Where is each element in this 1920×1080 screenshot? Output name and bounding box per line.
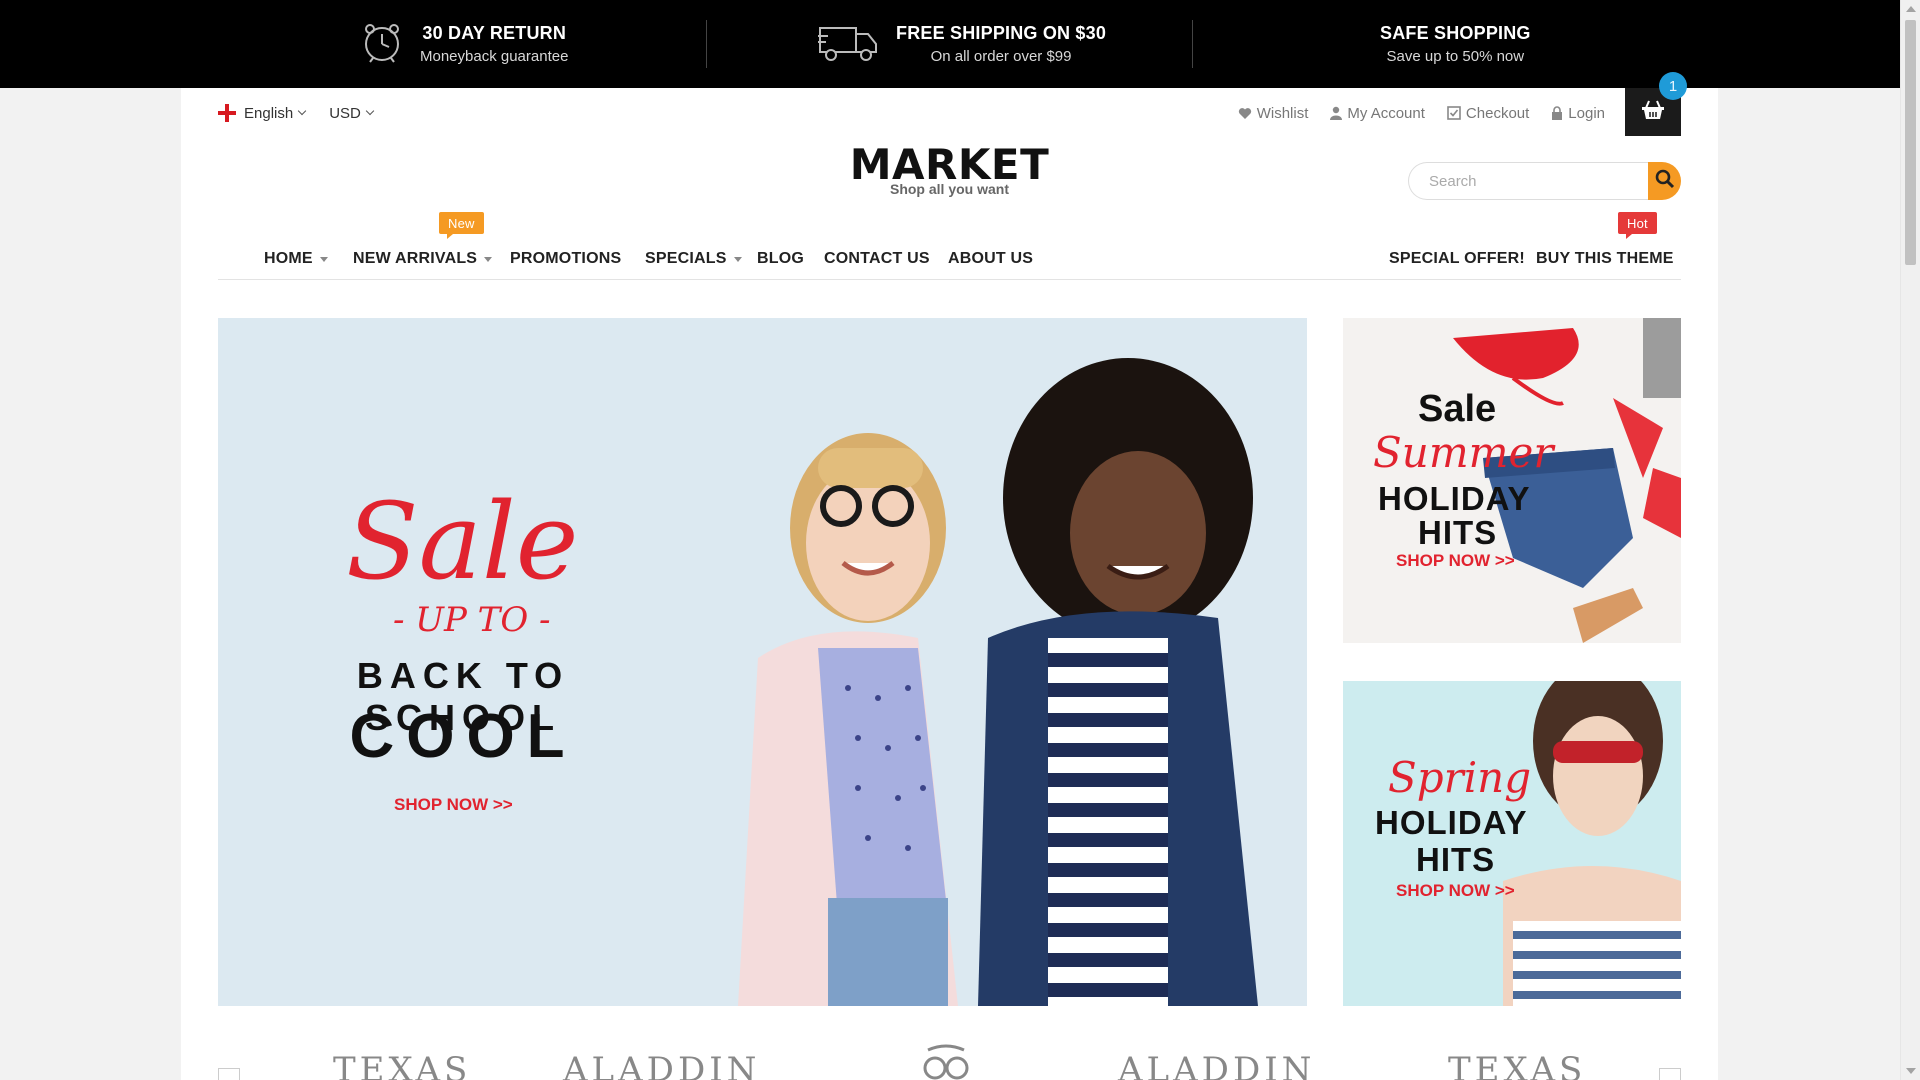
chevron-down-icon [297, 106, 307, 116]
nav-label: SPECIAL OFFER! [1389, 250, 1525, 267]
nav-label: PROMOTIONS [510, 250, 622, 267]
my-account-link[interactable]: My Account [1330, 105, 1425, 122]
search-input[interactable] [1408, 162, 1648, 200]
language-selector[interactable]: English [218, 104, 307, 122]
nav-promotions[interactable]: PROMOTIONS [510, 238, 621, 280]
side2-hits: HITS [1416, 841, 1496, 878]
checkout-link[interactable]: Checkout [1447, 105, 1529, 122]
new-badge: New [439, 212, 484, 239]
hero-upto: - UP TO - [393, 600, 551, 640]
nav-label: BLOG [757, 250, 805, 267]
alarm-clock-icon [360, 20, 404, 69]
caret-down-icon [733, 256, 742, 262]
caret-down-icon [319, 256, 328, 262]
delivery-truck-icon [818, 22, 880, 67]
nav-new-arrivals[interactable]: New NEW ARRIVALS [353, 212, 493, 280]
nav-label: ABOUT US [948, 250, 1034, 267]
nav-label: NEW ARRIVALS [353, 250, 478, 267]
search-icon [1655, 169, 1675, 194]
brand-logo[interactable]: ALADDIN [1118, 1050, 1315, 1080]
scroll-thumb[interactable] [1905, 20, 1916, 265]
summer-sale-banner[interactable]: Sale Summer HOLIDAY HITS SHOP NOW >> [1343, 318, 1681, 643]
promo-title: SAFE SHOPPING [1380, 23, 1531, 43]
cart-count-badge: 1 [1659, 72, 1687, 100]
nav-label: SPECIALS [645, 250, 727, 267]
check-square-icon [1447, 106, 1461, 120]
divider [1192, 20, 1193, 68]
side1-sale: Sale [1418, 388, 1497, 430]
side1-shop-now-link[interactable]: SHOP NOW >> [1396, 551, 1515, 571]
lock-icon [1551, 106, 1563, 120]
caret-down-icon [484, 256, 493, 262]
scroll-up-icon[interactable] [1906, 6, 1916, 12]
nav-buy-theme[interactable]: Hot BUY THIS THEME [1536, 212, 1674, 280]
promo-title: FREE SHIPPING ON $30 [896, 23, 1107, 43]
main-nav: HOME New NEW ARRIVALS PROMOTIONS SPECIAL… [218, 212, 1681, 280]
promo-bar: 30 DAY RETURN Moneyback guarantee FREE S… [0, 0, 1900, 88]
nav-home[interactable]: HOME [264, 238, 328, 280]
chevron-down-icon [365, 106, 375, 116]
account-links: Wishlist My Account Checkout Login [1216, 100, 1605, 126]
basket-icon [1641, 100, 1665, 125]
promo-subtitle: Save up to 50% now [1386, 48, 1525, 65]
currency-selector[interactable]: USD [329, 104, 375, 122]
side2-holiday: HOLIDAY [1375, 804, 1528, 841]
brand-carousel: TEXAS ALADDIN ALADDIN TEXAS [218, 1038, 1681, 1080]
brand-logo[interactable]: TEXAS [333, 1050, 471, 1080]
hero-shop-now-link[interactable]: SHOP NOW >> [394, 795, 513, 815]
owl-logo-icon[interactable] [908, 1042, 984, 1080]
nav-special-offer[interactable]: SPECIAL OFFER! [1389, 238, 1525, 280]
promo-return: 30 DAY RETURN Moneyback guarantee [360, 0, 568, 88]
login-label: Login [1568, 104, 1605, 122]
my-account-label: My Account [1347, 104, 1425, 122]
user-icon [1330, 106, 1343, 120]
side1-script: Summer [1373, 428, 1554, 477]
page-container: English USD Wishlist My Account Checkout [181, 72, 1718, 1080]
spring-holiday-banner[interactable]: Spring HOLIDAY HITS SHOP NOW >> [1343, 681, 1681, 1006]
divider [706, 20, 707, 68]
side1-hits: HITS [1418, 514, 1498, 551]
wishlist-label: Wishlist [1256, 104, 1309, 122]
locale-switchers: English USD [218, 100, 397, 126]
side2-script: Spring [1388, 753, 1532, 802]
promo-safe: SAFE SHOPPING Save up to 50% now [1380, 0, 1531, 88]
search-button[interactable] [1648, 162, 1681, 200]
currency-label: USD [329, 104, 361, 122]
brand-logo[interactable]: ALADDIN [563, 1050, 760, 1080]
nav-about-us[interactable]: ABOUT US [948, 238, 1033, 280]
nav-contact-us[interactable]: CONTACT US [824, 238, 930, 280]
checkout-label: Checkout [1465, 104, 1530, 122]
spring-model-illustration [1343, 681, 1681, 1006]
side2-shop-now-link[interactable]: SHOP NOW >> [1396, 881, 1515, 901]
search-box [1408, 162, 1681, 200]
nav-specials[interactable]: SPECIALS [645, 238, 742, 280]
nav-blog[interactable]: BLOG [757, 238, 804, 280]
hero-banner[interactable]: Sale - UP TO - BACK TO SCHOOL COOL SHOP … [218, 318, 1307, 1006]
england-flag-icon [218, 104, 236, 122]
brand-logo[interactable]: TEXAS [1448, 1050, 1586, 1080]
wishlist-link[interactable]: Wishlist [1238, 104, 1309, 122]
promo-shipping: FREE SHIPPING ON $30 On all order over $… [818, 0, 1106, 88]
carousel-next-button[interactable] [1659, 1068, 1681, 1080]
promo-subtitle: Moneyback guarantee [420, 48, 569, 65]
nav-label: BUY THIS THEME [1536, 250, 1674, 267]
carousel-prev-button[interactable] [218, 1068, 240, 1080]
cart-button[interactable]: 1 [1625, 72, 1687, 136]
login-link[interactable]: Login [1551, 105, 1605, 122]
heart-icon [1238, 107, 1252, 120]
scroll-down-icon[interactable] [1906, 1068, 1916, 1074]
side1-holiday: HOLIDAY [1378, 480, 1531, 517]
promo-subtitle: On all order over $99 [930, 48, 1072, 65]
nav-label: HOME [264, 250, 313, 267]
hero-headline-2: COOL [349, 702, 577, 771]
nav-label: CONTACT US [824, 250, 930, 267]
promo-title: 30 DAY RETURN [422, 23, 567, 43]
hero-sale-script: Sale [346, 480, 579, 603]
language-label: English [244, 104, 294, 122]
hot-badge: Hot [1618, 212, 1657, 239]
page-scrollbar[interactable] [1900, 0, 1920, 1080]
